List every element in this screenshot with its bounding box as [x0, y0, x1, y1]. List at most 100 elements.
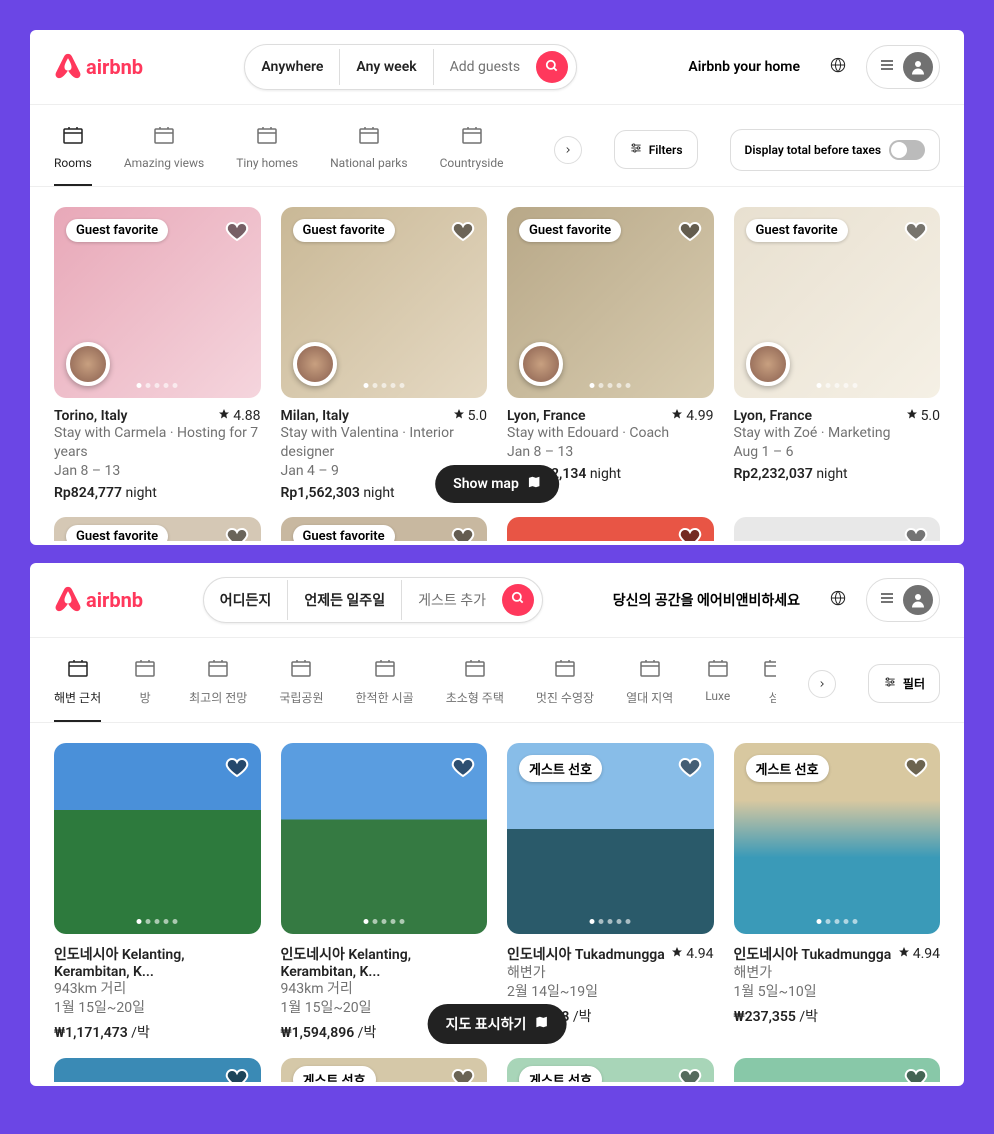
- search-pill[interactable]: Anywhere Any week Add guests: [244, 44, 577, 90]
- listing-card[interactable]: 게스트 선호: [281, 1058, 488, 1082]
- category-label: 최고의 전망: [189, 689, 247, 706]
- show-map-button[interactable]: 지도 표시하기: [428, 1004, 567, 1044]
- language-button[interactable]: [820, 582, 856, 618]
- category-tab[interactable]: 초소형 주택: [446, 646, 504, 722]
- listing-rating: 4.94: [898, 944, 940, 964]
- airbnb-logo[interactable]: airbnb: [54, 586, 143, 614]
- listing-photo[interactable]: Guest favorite: [507, 207, 714, 398]
- listing-card[interactable]: 게스트 선호 인도네시아 Tukadmungga4.94 해변가 1월 5일~1…: [734, 743, 941, 1046]
- wishlist-button[interactable]: [225, 219, 249, 247]
- category-tab[interactable]: 최고의 전망: [189, 646, 247, 722]
- wishlist-button[interactable]: [904, 525, 928, 541]
- photo-carousel-dots[interactable]: [363, 919, 404, 924]
- search-button[interactable]: [502, 584, 534, 616]
- host-your-home-link[interactable]: 당신의 공간을 에어비앤비하세요: [603, 582, 810, 618]
- photo-carousel-dots[interactable]: [137, 383, 178, 388]
- wishlist-button[interactable]: [678, 755, 702, 783]
- category-tab[interactable]: Amazing views: [124, 113, 204, 186]
- listing-photo[interactable]: Guest favorite: [281, 207, 488, 398]
- listing-photo[interactable]: 게스트 선호: [734, 743, 941, 934]
- listing-photo[interactable]: [281, 743, 488, 934]
- search-where[interactable]: Anywhere: [245, 49, 340, 85]
- category-label: 해변 근처: [54, 689, 101, 706]
- guest-favorite-badge: 게스트 선호: [746, 755, 829, 782]
- category-tab[interactable]: 섬: [762, 646, 776, 722]
- photo-carousel-dots[interactable]: [363, 383, 404, 388]
- wishlist-button[interactable]: [678, 219, 702, 247]
- listing-dates: Aug 1 – 6: [734, 443, 941, 462]
- listing-card[interactable]: Guest favorite: [281, 517, 488, 541]
- search-where[interactable]: 어디든지: [204, 580, 289, 620]
- listing-photo[interactable]: Guest favorite: [734, 207, 941, 398]
- category-tab[interactable]: 열대 지역: [626, 646, 673, 722]
- wishlist-button[interactable]: [904, 1066, 928, 1082]
- search-who[interactable]: 게스트 추가: [402, 580, 502, 620]
- host-your-home-link[interactable]: Airbnb your home: [678, 51, 810, 83]
- photo-carousel-dots[interactable]: [590, 919, 631, 924]
- search-pill[interactable]: 어디든지 언제든 일주일 게스트 추가: [203, 577, 543, 623]
- category-tab[interactable]: 한적한 시골: [356, 646, 414, 722]
- wishlist-button[interactable]: [678, 525, 702, 541]
- category-icon: [255, 123, 279, 150]
- wishlist-button[interactable]: [451, 1066, 475, 1082]
- category-tab[interactable]: Luxe: [705, 646, 730, 722]
- listing-card[interactable]: Guest favorite Lyon, France4.99 Stay wit…: [507, 207, 714, 505]
- wishlist-button[interactable]: [451, 525, 475, 541]
- hamburger-icon: [879, 590, 895, 610]
- search-when[interactable]: Any week: [340, 49, 433, 85]
- wishlist-button[interactable]: [904, 755, 928, 783]
- listing-photo[interactable]: [54, 743, 261, 934]
- listing-card[interactable]: [507, 517, 714, 541]
- category-next-button[interactable]: [554, 136, 582, 164]
- category-tab[interactable]: 국립공원: [279, 646, 323, 722]
- category-next-button[interactable]: [808, 670, 836, 698]
- wishlist-button[interactable]: [451, 219, 475, 247]
- airbnb-logo[interactable]: airbnb: [54, 53, 143, 81]
- listing-card[interactable]: 인도네시아 Kelanting, Kerambitan, K... 943km …: [281, 743, 488, 1046]
- listing-card[interactable]: Guest favorite Milan, Italy5.0 Stay with…: [281, 207, 488, 505]
- listing-card[interactable]: [54, 1058, 261, 1082]
- listing-subtitle: 해변가: [507, 964, 714, 983]
- search-button[interactable]: [536, 51, 568, 83]
- listing-card[interactable]: Guest favorite: [54, 517, 261, 541]
- listing-photo[interactable]: 게스트 선호: [507, 743, 714, 934]
- listing-card[interactable]: Guest favorite Lyon, France5.0 Stay with…: [734, 207, 941, 505]
- listing-card[interactable]: [734, 1058, 941, 1082]
- user-menu[interactable]: [866, 578, 940, 622]
- category-tab[interactable]: 멋진 수영장: [536, 646, 594, 722]
- wishlist-button[interactable]: [225, 1066, 249, 1082]
- listing-photo[interactable]: Guest favorite: [54, 207, 261, 398]
- listing-card[interactable]: [734, 517, 941, 541]
- listing-card[interactable]: 인도네시아 Kelanting, Kerambitan, K... 943km …: [54, 743, 261, 1046]
- category-tab[interactable]: 해변 근처: [54, 646, 101, 722]
- photo-carousel-dots[interactable]: [816, 919, 857, 924]
- wishlist-button[interactable]: [904, 219, 928, 247]
- category-tab[interactable]: Countryside: [440, 113, 504, 186]
- category-label: 섬: [769, 689, 776, 706]
- filters-button[interactable]: 필터: [868, 664, 940, 703]
- category-label: 국립공원: [279, 689, 323, 706]
- wishlist-button[interactable]: [225, 525, 249, 541]
- search-when[interactable]: 언제든 일주일: [288, 580, 402, 620]
- category-tab[interactable]: Rooms: [54, 113, 92, 186]
- photo-carousel-dots[interactable]: [137, 919, 178, 924]
- photo-carousel-dots[interactable]: [590, 383, 631, 388]
- filters-button[interactable]: Filters: [614, 130, 698, 169]
- toggle-switch[interactable]: [889, 140, 925, 160]
- category-label: National parks: [330, 156, 407, 170]
- tax-toggle[interactable]: Display total before taxes: [730, 129, 941, 171]
- listing-card[interactable]: 게스트 선호: [507, 1058, 714, 1082]
- wishlist-button[interactable]: [451, 755, 475, 783]
- listing-card[interactable]: Guest favorite Torino, Italy4.88 Stay wi…: [54, 207, 261, 505]
- search-who[interactable]: Add guests: [434, 49, 536, 85]
- listing-card[interactable]: 게스트 선호 인도네시아 Tukadmungga4.94 해변가 2월 14일~…: [507, 743, 714, 1046]
- wishlist-button[interactable]: [225, 755, 249, 783]
- category-tab[interactable]: Tiny homes: [236, 113, 298, 186]
- show-map-button[interactable]: Show map: [435, 465, 559, 503]
- category-tab[interactable]: 방: [133, 646, 157, 722]
- photo-carousel-dots[interactable]: [816, 383, 857, 388]
- wishlist-button[interactable]: [678, 1066, 702, 1082]
- language-button[interactable]: [820, 49, 856, 85]
- category-tab[interactable]: National parks: [330, 113, 407, 186]
- user-menu[interactable]: [866, 45, 940, 89]
